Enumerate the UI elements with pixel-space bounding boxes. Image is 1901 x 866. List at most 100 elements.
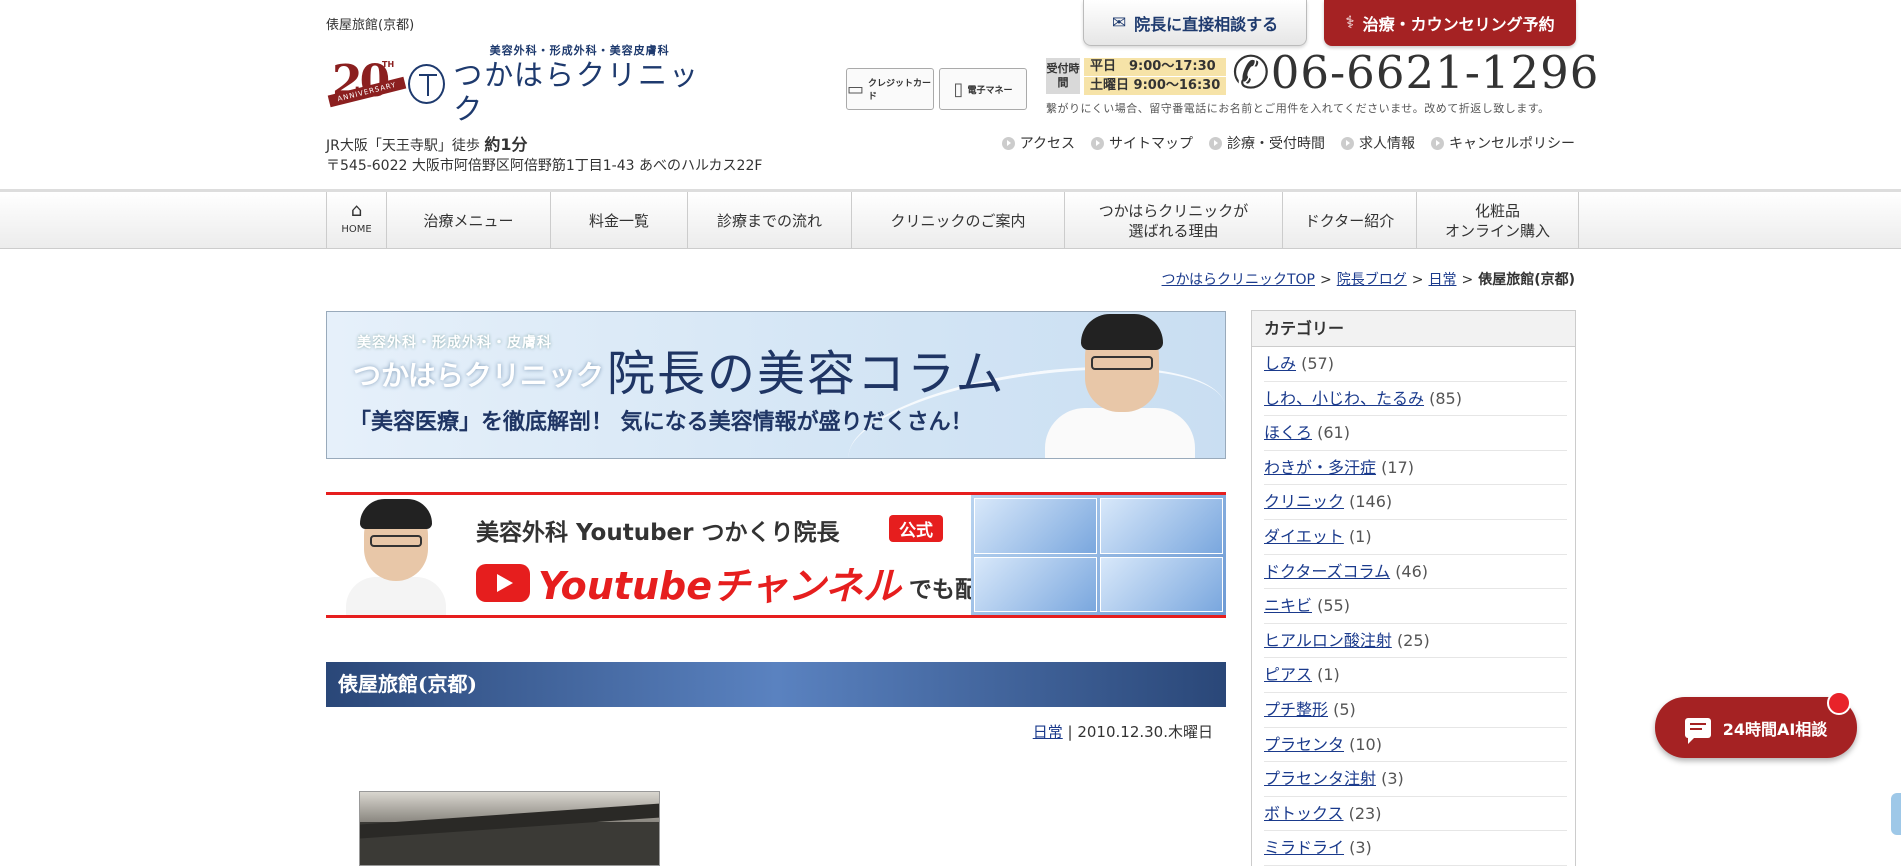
category-link[interactable]: しわ、小じわ、たるみ — [1264, 389, 1424, 408]
nav-label: 料金一覧 — [588, 211, 649, 230]
banner-column-tagline: 「美容医療」を徹底解剖！ 気になる美容情報が盛りだくさん！ — [349, 410, 973, 435]
nav-label: クリニックのご案内 — [890, 211, 1026, 230]
nav-home-label: HOME — [341, 223, 372, 235]
category-item: プチ整形 (5) — [1264, 693, 1567, 728]
hours-saturday: 土曜日 9:00〜16:30 — [1084, 77, 1227, 95]
breadcrumb-category[interactable]: 日常 — [1428, 272, 1456, 288]
anniversary-th: TH — [382, 60, 395, 69]
category-link[interactable]: ニキビ — [1264, 596, 1312, 615]
category-list: しみ (57) しわ、小じわ、たるみ (85) ほくろ (61) わきが・多汗症 (1… — [1252, 347, 1575, 866]
util-link-hours[interactable]: 診療・受付時間 — [1209, 133, 1325, 153]
category-count: (46) — [1395, 561, 1429, 581]
util-link-cancel-policy[interactable]: キャンセルポリシー — [1431, 133, 1575, 153]
category-count: (25) — [1396, 630, 1430, 650]
category-item: プラセンタ注射 (3) — [1264, 762, 1567, 797]
phone-icon: ▯ — [953, 78, 964, 100]
category-link[interactable]: プチ整形 — [1264, 700, 1328, 719]
category-item: ダイエット (1) — [1264, 520, 1567, 555]
clinic-logo[interactable]: 20 TH ANNIVERSARY 美容外科・形成外科・美容皮膚科 つかはらクリ… — [326, 44, 706, 126]
access-info: JR大阪「天王寺駅」徒歩 約1分 — [326, 131, 527, 155]
util-link-label: サイトマップ — [1109, 136, 1193, 152]
post-title: 俵屋旅館(京都) — [326, 662, 1226, 707]
address: 〒545-6022 大阪市阿倍野区阿倍野筋1丁目1-43 あべのハルカス22F — [326, 158, 763, 174]
category-link[interactable]: プラセンタ — [1264, 735, 1344, 754]
breadcrumb-top[interactable]: つかはらクリニックTOP — [1162, 272, 1315, 288]
post-category-link[interactable]: 日常 — [1033, 723, 1063, 741]
logo-name: つかはらクリニック — [453, 58, 701, 126]
category-link[interactable]: ほくろ — [1264, 423, 1312, 442]
nav-why-chosen[interactable]: つかはらクリニックが 選ばれる理由 — [1065, 192, 1283, 249]
consult-director-button[interactable]: ✉ 院長に直接相談する — [1083, 0, 1307, 46]
category-count: (1) — [1348, 526, 1372, 546]
category-count: (57) — [1301, 354, 1334, 373]
consult-button-label: 院長に直接相談する — [1134, 14, 1279, 34]
stethoscope-icon: ⚕ — [1345, 13, 1355, 33]
access-time: 約1分 — [484, 135, 528, 154]
side-tab-handle[interactable] — [1891, 793, 1901, 835]
category-link[interactable]: わきが・多汗症 — [1264, 458, 1376, 477]
post-photo — [359, 791, 660, 866]
business-hours: 平日 9:00〜17:30 土曜日 9:00〜16:30 — [1084, 58, 1227, 96]
category-link[interactable]: ドクターズコラム — [1264, 562, 1390, 581]
arrow-circle-icon — [1001, 136, 1015, 150]
category-item: しわ、小じわ、たるみ (85) — [1264, 382, 1567, 417]
category-count: (61) — [1317, 423, 1350, 443]
breadcrumb: つかはらクリニックTOP > 院長ブログ > 日常 > 俵屋旅館(京都) — [1162, 269, 1575, 289]
reservation-button-label: 治療・カウンセリング予約 — [1362, 15, 1555, 34]
director-photo-small — [346, 499, 446, 615]
util-link-label: 診療・受付時間 — [1227, 136, 1325, 152]
breadcrumb-separator: > — [1411, 272, 1424, 288]
util-link-access[interactable]: アクセス — [1001, 133, 1075, 153]
phone-number[interactable]: ✆06-6621-1296 — [1232, 46, 1599, 99]
meta-separator: | — [1067, 723, 1078, 741]
nav-price-list[interactable]: 料金一覧 — [551, 192, 688, 249]
category-count: (55) — [1317, 596, 1350, 616]
category-item: わきが・多汗症 (17) — [1264, 451, 1567, 486]
category-count: (3) — [1381, 769, 1404, 789]
breadcrumb-separator: > — [1320, 272, 1332, 288]
breadcrumb-blog[interactable]: 院長ブログ — [1337, 272, 1407, 288]
category-link[interactable]: クリニック — [1264, 492, 1344, 511]
nav-label: 化粧品 オンライン購入 — [1444, 201, 1550, 240]
youtube-banner-top-text: 美容外科 Youtuber つかくり院長 — [476, 520, 840, 546]
util-link-sitemap[interactable]: サイトマップ — [1091, 133, 1193, 153]
category-link[interactable]: ミラドライ — [1264, 838, 1344, 857]
nav-home[interactable]: ⌂ HOME — [327, 192, 387, 249]
category-link[interactable]: ヒアルロン酸注射 — [1264, 631, 1392, 650]
breadcrumb-current: 俵屋旅館(京都) — [1478, 272, 1575, 288]
nav-flow[interactable]: 診療までの流れ — [688, 192, 852, 249]
category-item: しみ (57) — [1264, 347, 1567, 382]
reservation-button[interactable]: ⚕ 治療・カウンセリング予約 — [1324, 0, 1576, 46]
emoney-badge: ▯ 電子マネー — [939, 68, 1027, 110]
category-count: (3) — [1349, 838, 1372, 858]
category-count: (17) — [1381, 457, 1414, 477]
youtube-play-icon — [476, 563, 530, 602]
util-link-recruit[interactable]: 求人情報 — [1341, 133, 1415, 153]
category-link[interactable]: ピアス — [1264, 665, 1312, 684]
nav-clinic-guide[interactable]: クリニックのご案内 — [852, 192, 1065, 249]
util-link-label: キャンセルポリシー — [1449, 136, 1575, 152]
category-link[interactable]: ダイエット — [1264, 527, 1344, 546]
nav-treatment-menu[interactable]: 治療メニュー — [387, 192, 551, 249]
nav-cosmetics-online[interactable]: 化粧品 オンライン購入 — [1417, 192, 1579, 249]
category-sidebar: カテゴリー しみ (57) しわ、小じわ、たるみ (85) ほくろ (61) わきが・… — [1251, 310, 1576, 866]
category-link[interactable]: しみ — [1264, 354, 1296, 373]
nav-doctor[interactable]: ドクター紹介 — [1283, 192, 1417, 249]
category-item: ピアス (1) — [1264, 658, 1567, 693]
notification-dot — [1827, 691, 1851, 715]
category-link[interactable]: ボトックス — [1264, 804, 1344, 823]
post-date: 2010.12.30.木曜日 — [1077, 723, 1213, 741]
youtube-channel-banner[interactable]: 美容外科 Youtuber つかくり院長 公式 Youtubeチャンネル でも配… — [326, 492, 1226, 618]
nav-label: 診療までの流れ — [716, 211, 822, 230]
post-meta: 日常 | 2010.12.30.木曜日 — [1033, 721, 1213, 742]
credit-card-badge: ▭ クレジットカード — [846, 68, 934, 110]
logo-subtitle: 美容外科・形成外科・美容皮膚科 — [489, 44, 670, 57]
category-item: クリニック (146) — [1264, 485, 1567, 520]
anniversary-emblem: 20 TH ANNIVERSARY — [326, 56, 407, 112]
category-item: ニキビ (55) — [1264, 589, 1567, 624]
sidebar-heading: カテゴリー — [1252, 311, 1575, 347]
mail-icon: ✉ — [1111, 12, 1127, 33]
hours-weekday: 平日 9:00〜17:30 — [1084, 58, 1227, 76]
category-link[interactable]: プラセンタ注射 — [1264, 769, 1376, 788]
director-column-banner[interactable]: 美容外科・形成外科・皮膚科 つかはらクリニック 院長の美容コラム 「美容医療」を… — [326, 311, 1226, 459]
